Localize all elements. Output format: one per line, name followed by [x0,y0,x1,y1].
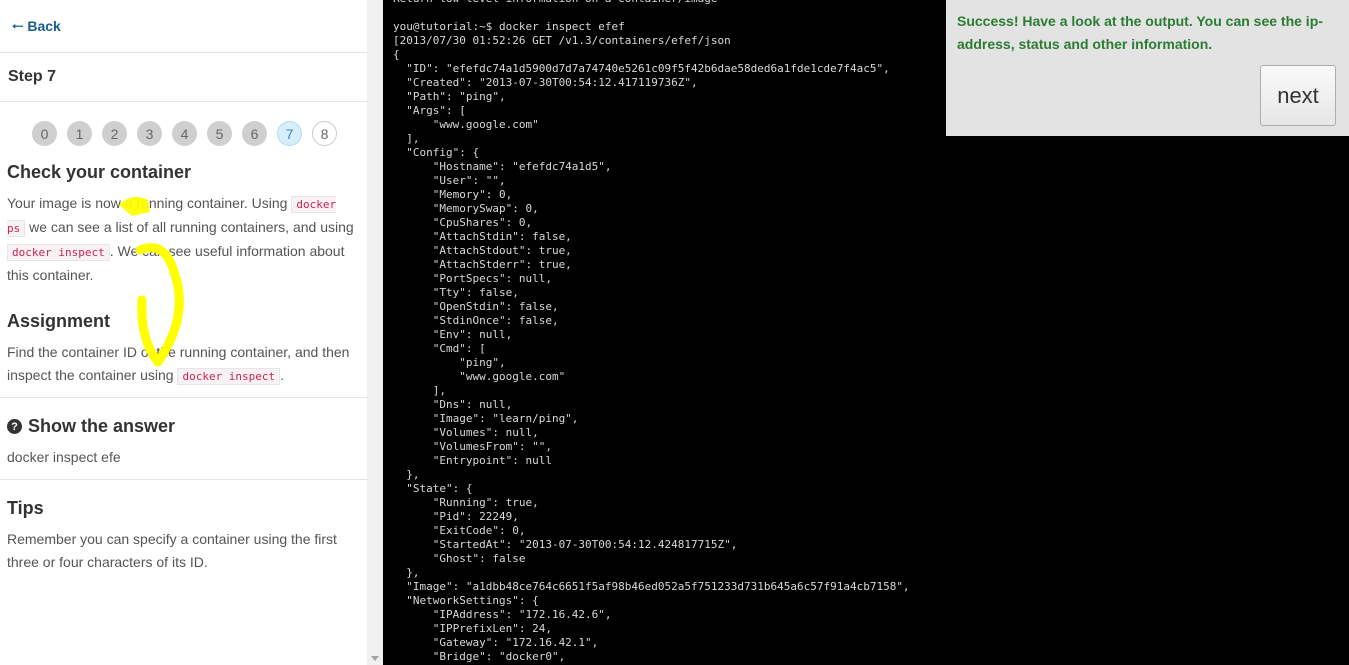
success-panel: Success! Have a look at the output. You … [946,0,1349,136]
sidebar: 🠀 Back Step 7 0 1 2 3 4 5 6 7 8 Check you… [0,0,367,665]
check-text: Your image is now a running container. U… [7,192,357,287]
back-link[interactable]: 🠀 Back [12,16,61,40]
divider [0,397,367,398]
check-text-1: Your image is now a running container. U… [7,195,292,211]
check-title: Check your container [7,162,192,182]
show-answer-label: Show the answer [28,416,176,436]
step-7-button[interactable]: 7 [277,121,302,146]
answer-text: docker inspect efe [7,449,121,465]
step-1-button[interactable]: 1 [67,121,92,146]
question-circle-icon: ? [7,419,22,434]
step-title: Step 7 [8,68,57,85]
tips-title: Tips [7,498,44,518]
step-4-button[interactable]: 4 [172,121,197,146]
step-8-button[interactable]: 8 [312,121,337,146]
divider [0,479,367,480]
assignment-title: Assignment [7,311,111,331]
arrow-left-icon: 🠀 [12,18,24,34]
terminal-output: Return low-level information on a contai… [393,0,910,663]
assignment-text-2: . [280,367,285,383]
code-docker-inspect-2: docker inspect [177,368,281,385]
tips-text: Remember you can specify a container usi… [7,531,337,570]
scroll-down-icon[interactable] [371,656,379,661]
step-6-button[interactable]: 6 [242,121,267,146]
check-text-2: we can see a list of all running contain… [25,219,354,235]
success-message: Success! Have a look at the output. You … [957,13,1323,52]
step-3-button[interactable]: 3 [137,121,162,146]
step-navigation: 0 1 2 3 4 5 6 7 8 [32,121,337,146]
divider [0,52,367,53]
step-0-button[interactable]: 0 [32,121,57,146]
back-label: Back [27,18,61,34]
assignment-text: Find the container ID of the running con… [7,341,357,388]
code-docker-inspect: docker inspect [7,244,110,261]
divider [0,101,367,102]
step-5-button[interactable]: 5 [207,121,232,146]
show-answer-toggle[interactable]: ? Show the answer [7,416,175,437]
next-button[interactable]: next [1260,65,1336,126]
step-2-button[interactable]: 2 [102,121,127,146]
sidebar-scrollbar[interactable] [367,0,383,665]
